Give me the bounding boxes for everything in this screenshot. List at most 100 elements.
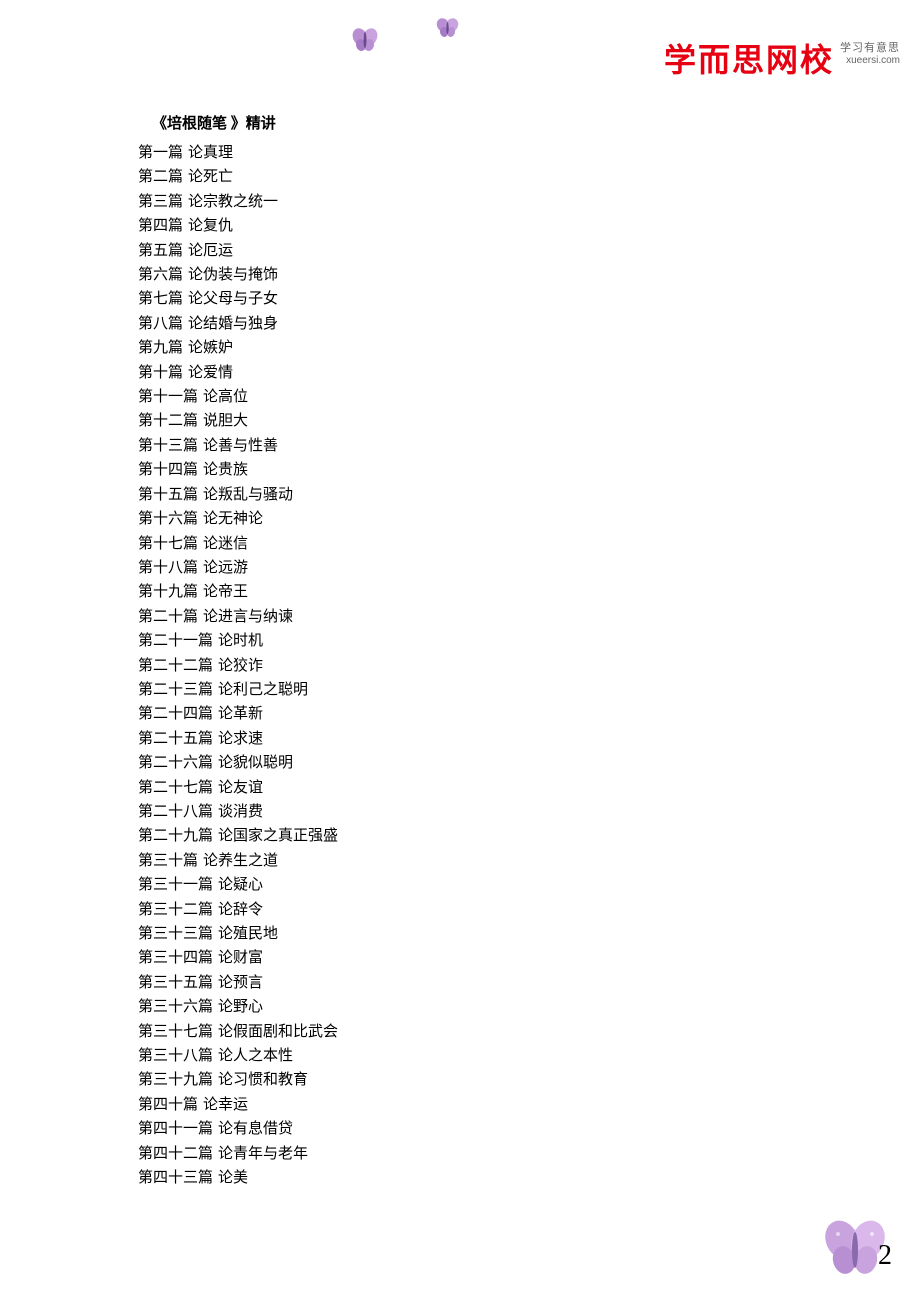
toc-chapter-title: 论善与性善 [203, 434, 278, 458]
toc-chapter-title: 论幸运 [203, 1093, 248, 1117]
toc-chapter-label: 第三十八篇 [138, 1044, 213, 1068]
toc-item: 第三十二篇论辞令 [138, 898, 738, 922]
toc-chapter-label: 第二十二篇 [138, 654, 213, 678]
toc-chapter-label: 第九篇 [138, 336, 183, 360]
toc-chapter-title: 论殖民地 [218, 922, 278, 946]
toc-chapter-title: 谈消费 [218, 800, 263, 824]
toc-item: 第十六篇论无神论 [138, 507, 738, 531]
toc-item: 第十七篇论迷信 [138, 532, 738, 556]
logo-sub: 学习有意思 xueersi.com [840, 39, 900, 66]
toc-chapter-label: 第三十四篇 [138, 946, 213, 970]
toc-item: 第二十五篇论求速 [138, 727, 738, 751]
toc-chapter-label: 第十一篇 [138, 385, 198, 409]
toc-item: 第二十二篇论狡诈 [138, 654, 738, 678]
toc-chapter-label: 第一篇 [138, 141, 183, 165]
toc-chapter-title: 论青年与老年 [218, 1142, 308, 1166]
toc-item: 第七篇论父母与子女 [138, 287, 738, 311]
toc-chapter-title: 论求速 [218, 727, 263, 751]
content-area: 《培根随笔 》精讲 第一篇论真理第二篇论死亡第三篇论宗教之统一第四篇论复仇第五篇… [138, 112, 738, 1190]
toc-item: 第六篇论伪装与掩饰 [138, 263, 738, 287]
toc-chapter-title: 论爱情 [188, 361, 233, 385]
toc-item: 第十八篇论远游 [138, 556, 738, 580]
toc-chapter-title: 论迷信 [203, 532, 248, 556]
toc-item: 第四十三篇论美 [138, 1166, 738, 1190]
toc-chapter-title: 论有息借贷 [218, 1117, 293, 1141]
toc-chapter-title: 论死亡 [188, 165, 233, 189]
toc-chapter-label: 第三十五篇 [138, 971, 213, 995]
toc-chapter-title: 论人之本性 [218, 1044, 293, 1068]
toc-chapter-label: 第六篇 [138, 263, 183, 287]
toc-item: 第三篇论宗教之统一 [138, 190, 738, 214]
toc-item: 第十一篇论高位 [138, 385, 738, 409]
toc-chapter-title: 论厄运 [188, 239, 233, 263]
toc-chapter-label: 第三十篇 [138, 849, 198, 873]
toc-item: 第一篇论真理 [138, 141, 738, 165]
toc-item: 第二十一篇论时机 [138, 629, 738, 653]
toc-chapter-title: 论财富 [218, 946, 263, 970]
toc-chapter-title: 论叛乱与骚动 [203, 483, 293, 507]
toc-item: 第二十七篇论友谊 [138, 776, 738, 800]
toc-chapter-title: 论贵族 [203, 458, 248, 482]
toc-chapter-label: 第三十六篇 [138, 995, 213, 1019]
toc-chapter-label: 第二十七篇 [138, 776, 213, 800]
toc-item: 第十五篇论叛乱与骚动 [138, 483, 738, 507]
toc-item: 第三十九篇论习惯和教育 [138, 1068, 738, 1092]
toc-chapter-title: 论国家之真正强盛 [218, 824, 338, 848]
toc-chapter-label: 第十五篇 [138, 483, 198, 507]
toc-item: 第四十一篇论有息借贷 [138, 1117, 738, 1141]
toc-item: 第四篇论复仇 [138, 214, 738, 238]
toc-chapter-label: 第二十一篇 [138, 629, 213, 653]
toc-chapter-label: 第二十三篇 [138, 678, 213, 702]
toc-item: 第九篇论嫉妒 [138, 336, 738, 360]
toc-chapter-label: 第三十二篇 [138, 898, 213, 922]
toc-item: 第十九篇论帝王 [138, 580, 738, 604]
toc-item: 第三十三篇论殖民地 [138, 922, 738, 946]
toc-item: 第二十篇论进言与纳谏 [138, 605, 738, 629]
toc-chapter-title: 论貌似聪明 [218, 751, 293, 775]
toc-chapter-title: 论嫉妒 [188, 336, 233, 360]
toc-chapter-title: 论宗教之统一 [188, 190, 278, 214]
toc-chapter-title: 论伪装与掩饰 [188, 263, 278, 287]
toc-item: 第五篇论厄运 [138, 239, 738, 263]
page-number: 2 [878, 1240, 892, 1272]
toc-item: 第三十六篇论野心 [138, 995, 738, 1019]
document-title: 《培根随笔 》精讲 [152, 112, 738, 133]
toc-chapter-title: 说胆大 [203, 409, 248, 433]
toc-item: 第四十篇论幸运 [138, 1093, 738, 1117]
toc-chapter-label: 第三十三篇 [138, 922, 213, 946]
toc-item: 第三十篇论养生之道 [138, 849, 738, 873]
toc-chapter-label: 第十七篇 [138, 532, 198, 556]
toc-chapter-label: 第七篇 [138, 287, 183, 311]
toc-chapter-title: 论结婚与独身 [188, 312, 278, 336]
toc-chapter-label: 第二十五篇 [138, 727, 213, 751]
toc-chapter-title: 论友谊 [218, 776, 263, 800]
logo-area: 学而思网校 学习有意思 xueersi.com [664, 35, 900, 81]
toc-chapter-title: 论复仇 [188, 214, 233, 238]
toc-chapter-title: 论进言与纳谏 [203, 605, 293, 629]
toc-chapter-label: 第二十四篇 [138, 702, 213, 726]
toc-chapter-title: 论习惯和教育 [218, 1068, 308, 1092]
toc-chapter-label: 第十四篇 [138, 458, 198, 482]
toc-chapter-label: 第四篇 [138, 214, 183, 238]
toc-chapter-label: 第三十九篇 [138, 1068, 213, 1092]
toc-chapter-title: 论帝王 [203, 580, 248, 604]
toc-chapter-label: 第四十篇 [138, 1093, 198, 1117]
toc-item: 第三十五篇论预言 [138, 971, 738, 995]
toc-chapter-label: 第二十九篇 [138, 824, 213, 848]
toc-chapter-title: 论高位 [203, 385, 248, 409]
toc-item: 第十四篇论贵族 [138, 458, 738, 482]
toc-chapter-title: 论美 [218, 1166, 248, 1190]
toc-chapter-title: 论时机 [218, 629, 263, 653]
logo-url: xueersi.com [840, 55, 900, 66]
toc-item: 第三十四篇论财富 [138, 946, 738, 970]
toc-item: 第三十八篇论人之本性 [138, 1044, 738, 1068]
toc-item: 第八篇论结婚与独身 [138, 312, 738, 336]
toc-chapter-label: 第八篇 [138, 312, 183, 336]
toc-chapter-title: 论野心 [218, 995, 263, 1019]
toc-item: 第十篇论爱情 [138, 361, 738, 385]
toc-chapter-label: 第十九篇 [138, 580, 198, 604]
toc-list: 第一篇论真理第二篇论死亡第三篇论宗教之统一第四篇论复仇第五篇论厄运第六篇论伪装与… [138, 141, 738, 1190]
toc-item: 第二十九篇论国家之真正强盛 [138, 824, 738, 848]
toc-chapter-title: 论辞令 [218, 898, 263, 922]
toc-chapter-label: 第三十七篇 [138, 1020, 213, 1044]
